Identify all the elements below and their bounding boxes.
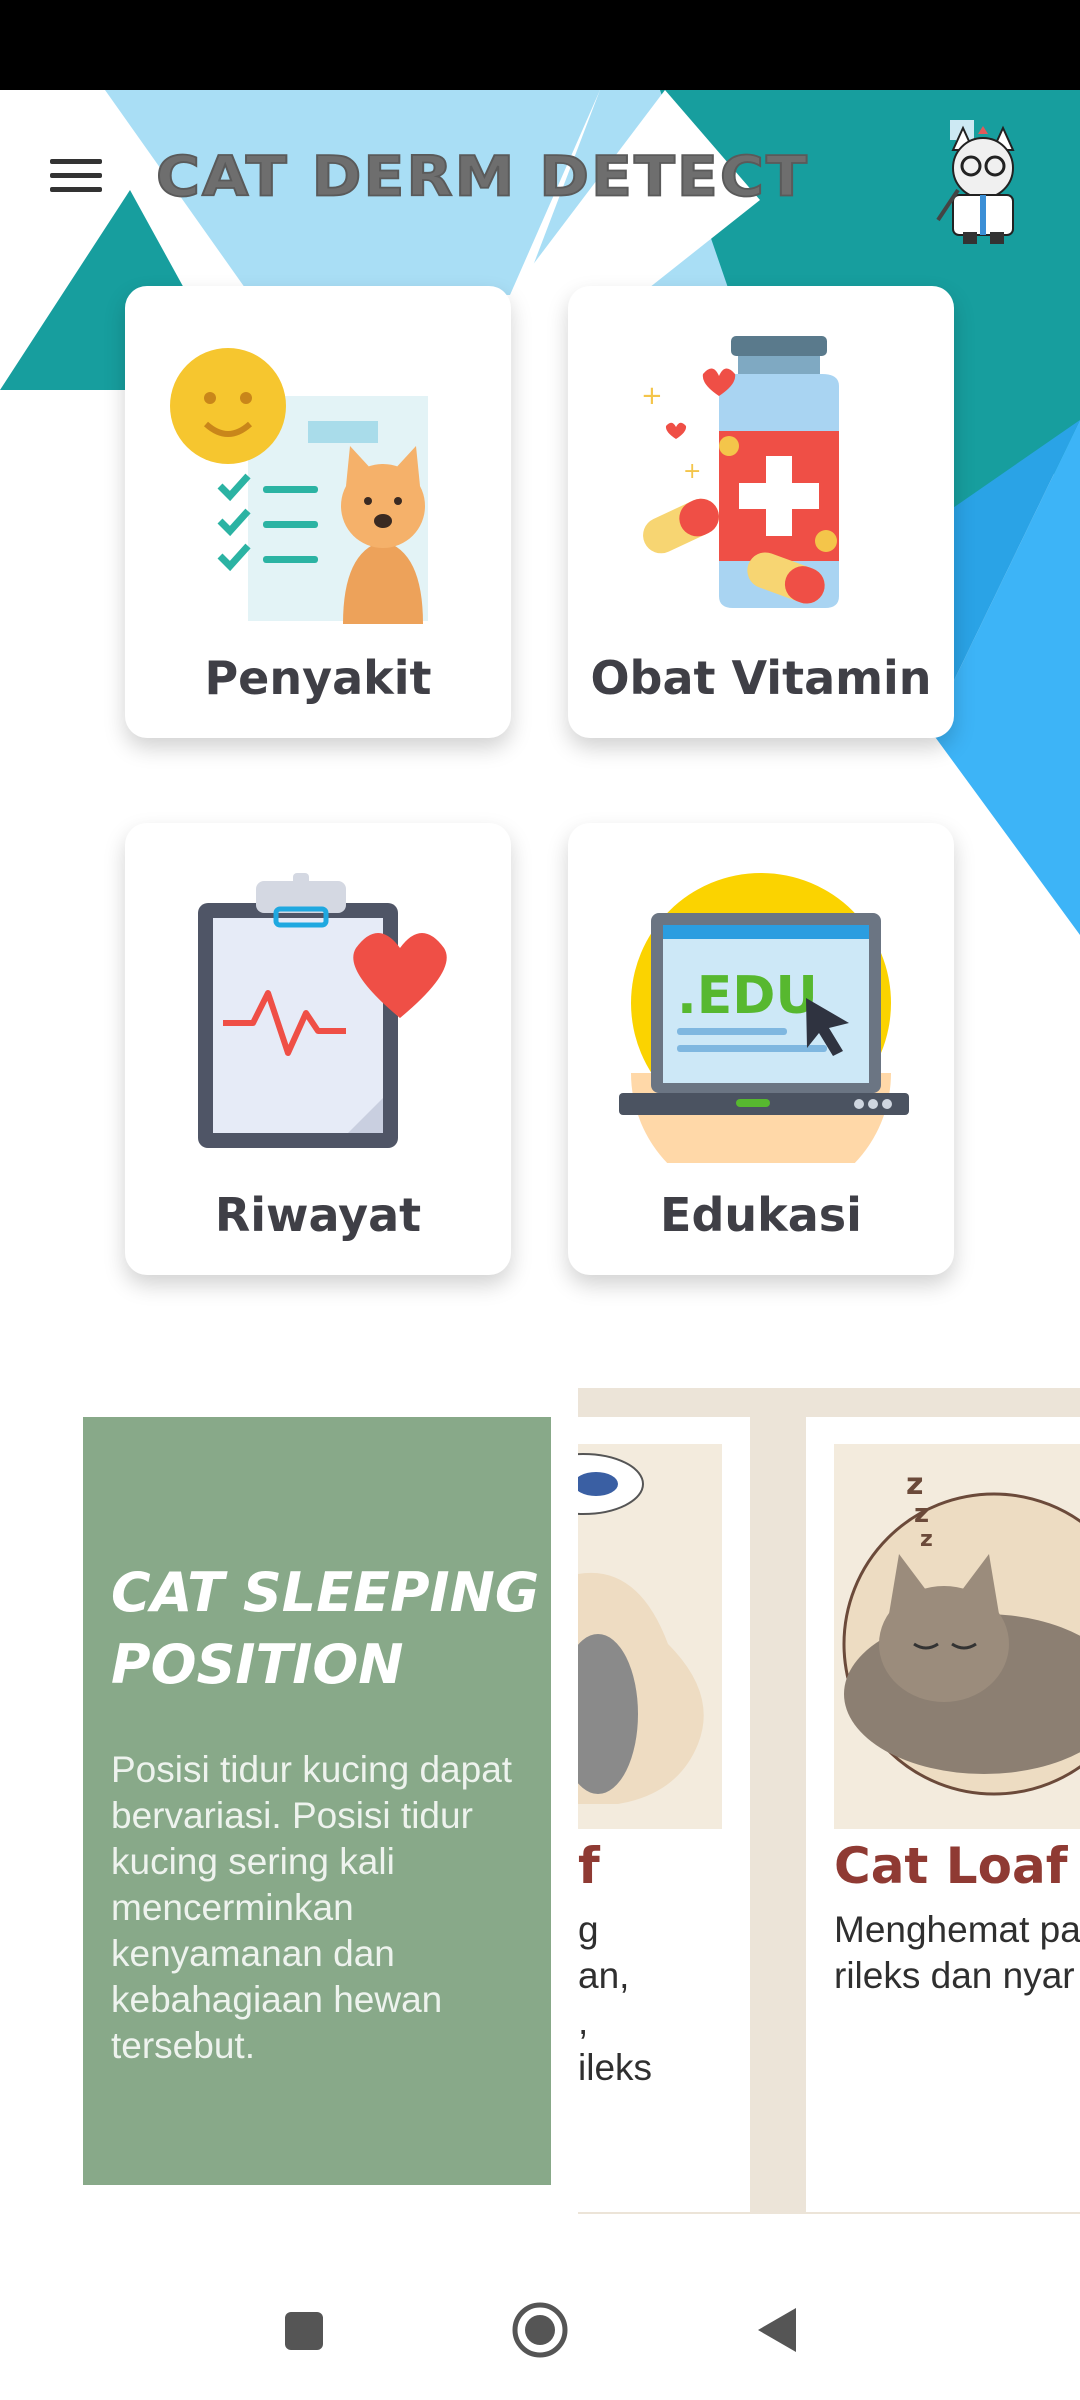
slide-text-line: ,	[578, 2001, 589, 2042]
triangle-back-icon[interactable]	[748, 2300, 808, 2360]
system-navigation-bar	[0, 2220, 1080, 2400]
slide-image	[578, 1444, 722, 1829]
menu-card-riwayat[interactable]: Riwayat	[125, 823, 511, 1275]
svg-text:.EDU: .EDU	[677, 966, 818, 1026]
menu-card-label: Obat Vitamin	[590, 651, 932, 705]
circle-home-icon[interactable]	[510, 2300, 570, 2360]
slide-title: Cat Loaf	[834, 1837, 1068, 1895]
slide-text-line: Menghemat pa	[834, 1909, 1080, 1950]
menu-card-obat-vitamin[interactable]: + + Obat Vitamin	[568, 286, 954, 738]
menu-button[interactable]	[40, 150, 112, 210]
slide-text-line: an,	[578, 1955, 630, 1996]
hamburger-line	[50, 173, 102, 178]
slide-text-line: rileks dan nyar	[834, 1955, 1075, 1996]
slide-image: z z z	[834, 1444, 1080, 1829]
promo-title-line: CAT SLEEPING	[111, 1561, 540, 1624]
menu-card-label: Edukasi	[660, 1188, 862, 1242]
clipboard-heart-icon	[198, 873, 447, 1148]
menu-card-label: Penyakit	[204, 651, 432, 705]
carousel-slide-cat-loaf[interactable]: z z z Cat Loaf Menghemat pa rileks dan n…	[806, 1417, 1080, 2212]
svg-text:z: z	[914, 1499, 929, 1529]
medicine-bottle-icon: + +	[641, 336, 839, 608]
cat-doctor-avatar-icon[interactable]	[928, 120, 1038, 245]
menu-card-label: Riwayat	[214, 1188, 422, 1242]
svg-text:+: +	[683, 459, 701, 484]
hamburger-line	[50, 187, 102, 192]
slide-text-line: ileks	[578, 2047, 653, 2088]
app-title: CAT DERM DETECT	[155, 144, 809, 210]
carousel-slide-partial[interactable]: f g an, , ileks	[578, 1417, 750, 2212]
edu-laptop-icon: .EDU	[619, 873, 909, 1163]
slide-text-line: g	[578, 1909, 599, 1950]
menu-card-penyakit[interactable]: Penyakit	[125, 286, 511, 738]
medical-checklist-cat-icon	[170, 348, 428, 624]
cat-loaf-photo: z z z	[842, 1467, 1080, 1796]
slide-title: f	[578, 1837, 600, 1895]
app-header: CAT DERM DETECT	[0, 90, 1080, 260]
menu-card-edukasi[interactable]: .EDU Edukasi	[568, 823, 954, 1275]
promo-description: Posisi tidur kucing dapat bervariasi. Po…	[111, 1749, 513, 2066]
sleeping-cat-icon	[578, 1453, 704, 1804]
promo-title: CAT SLEEPING POSITION	[111, 1557, 541, 1701]
svg-text:z: z	[906, 1467, 923, 1502]
square-recents-icon[interactable]	[273, 2300, 333, 2360]
status-bar	[0, 0, 1080, 90]
svg-text:+: +	[641, 381, 663, 411]
hamburger-menu-icon	[50, 159, 102, 164]
svg-text:z: z	[920, 1527, 933, 1552]
promo-title-line: POSITION	[111, 1633, 404, 1696]
promo-banner[interactable]: CAT SLEEPING POSITION Posisi tidur kucin…	[83, 1417, 551, 2185]
